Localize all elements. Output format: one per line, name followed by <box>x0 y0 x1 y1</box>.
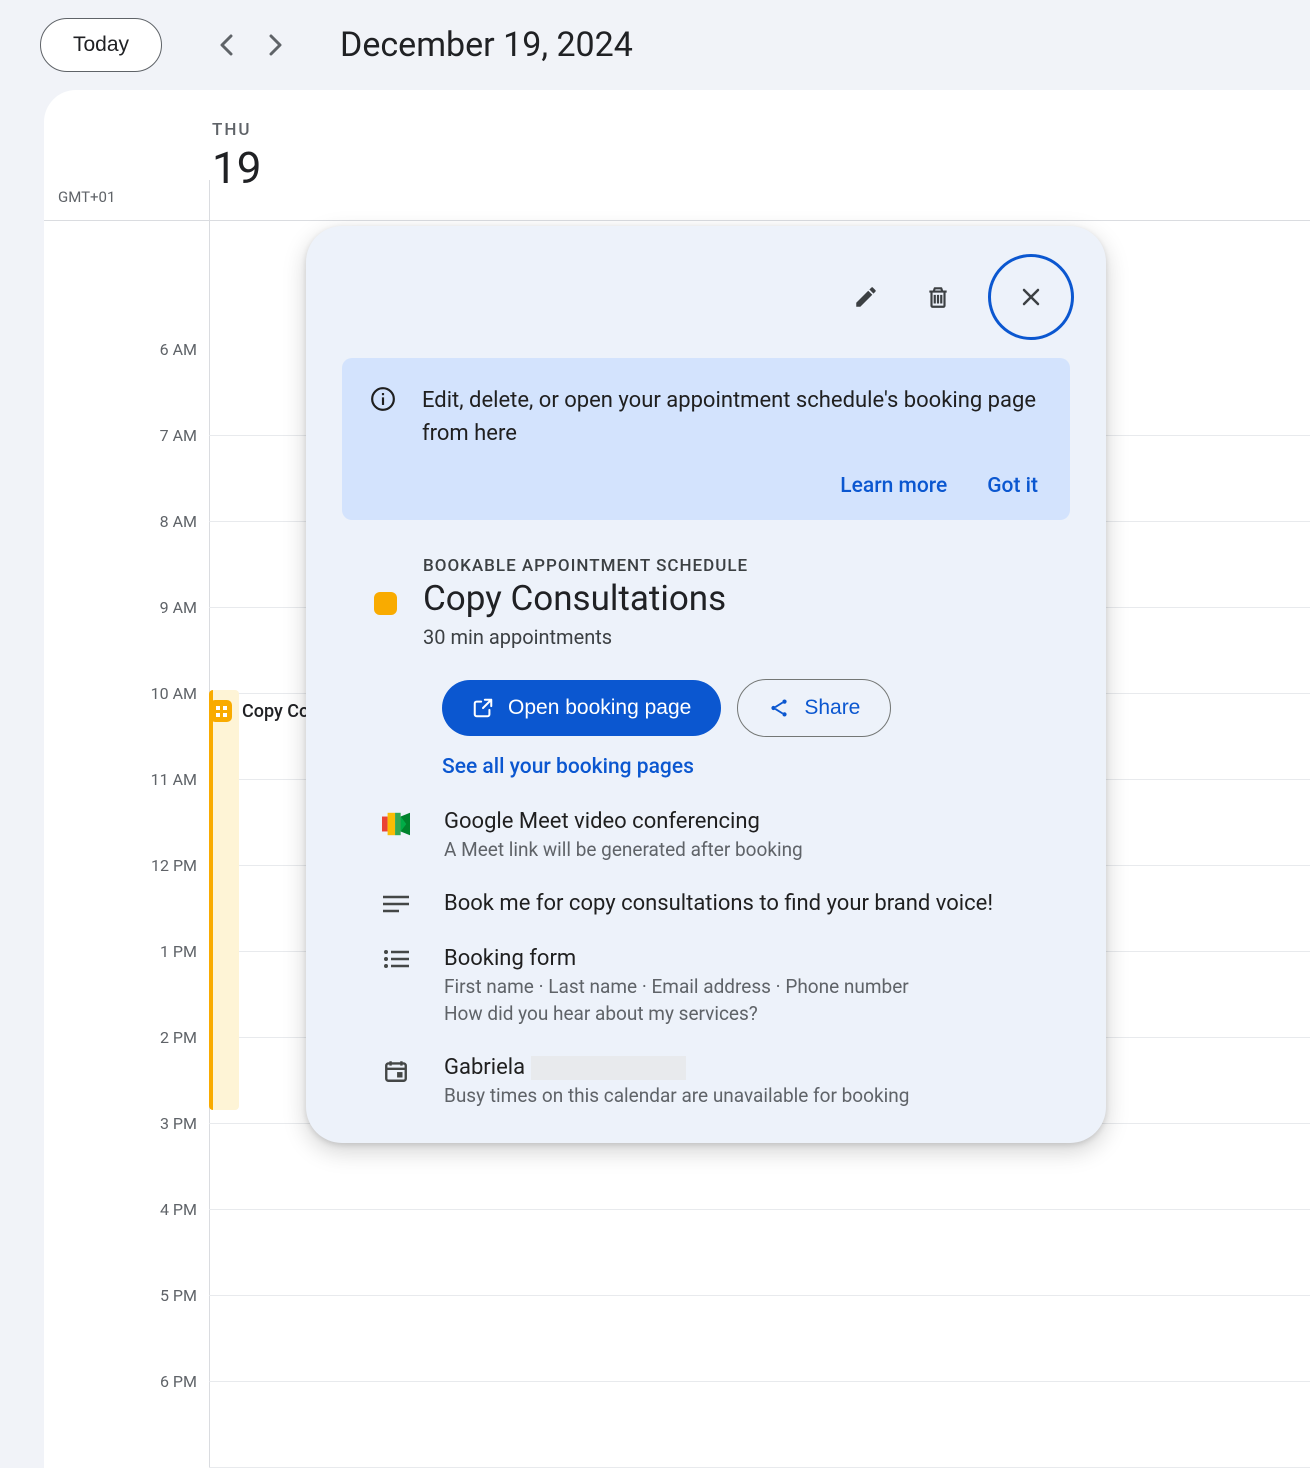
hour-label: 6 PM <box>127 1372 197 1391</box>
today-button[interactable]: Today <box>40 18 162 72</box>
description-detail: Book me for copy consultations to find y… <box>374 891 1050 916</box>
owner-sub: Busy times on this calendar are unavaila… <box>444 1084 909 1107</box>
event-color-dot <box>374 592 397 615</box>
hour-label: 11 AM <box>127 770 197 789</box>
day-of-week: THU <box>212 120 261 140</box>
learn-more-link[interactable]: Learn more <box>840 474 947 498</box>
form-fields: First name · Last name · Email address ·… <box>444 975 909 998</box>
meet-title: Google Meet video conferencing <box>444 809 803 834</box>
appointment-detail-card: Edit, delete, or open your appointment s… <box>306 226 1106 1143</box>
got-it-button[interactable]: Got it <box>987 474 1038 498</box>
form-question: How did you hear about my services? <box>444 1002 909 1025</box>
delete-button[interactable] <box>916 275 960 319</box>
pencil-icon <box>853 284 879 310</box>
share-icon <box>768 697 790 719</box>
description-icon <box>382 894 410 914</box>
hour-label: 4 PM <box>127 1200 197 1219</box>
hour-label: 7 AM <box>127 426 197 445</box>
booking-form-detail: Booking form First name · Last name · Em… <box>374 946 1050 1025</box>
see-all-booking-pages-link[interactable]: See all your booking pages <box>442 755 1050 779</box>
meet-sub: A Meet link will be generated after book… <box>444 838 803 861</box>
schedule-title: Copy Consultations <box>423 578 748 619</box>
current-date: December 19, 2024 <box>340 25 633 65</box>
open-in-new-icon <box>472 697 494 719</box>
hour-label: 3 PM <box>127 1114 197 1133</box>
form-title: Booking form <box>444 946 909 971</box>
hour-row[interactable]: 4 PM <box>209 1210 1310 1296</box>
open-booking-label: Open booking page <box>508 696 691 720</box>
hour-label: 10 AM <box>127 684 197 703</box>
hour-label: 9 AM <box>127 598 197 617</box>
day-of-month: 19 <box>212 142 261 194</box>
redacted-surname <box>531 1056 686 1080</box>
info-banner: Edit, delete, or open your appointment s… <box>342 358 1070 520</box>
trash-icon <box>925 284 951 310</box>
description-text: Book me for copy consultations to find y… <box>444 891 993 916</box>
calendar-topbar: Today December 19, 2024 <box>0 0 1310 90</box>
open-booking-page-button[interactable]: Open booking page <box>442 680 721 736</box>
chevron-left-icon <box>219 34 233 56</box>
close-icon <box>1019 285 1043 309</box>
owner-name: Gabriela <box>444 1055 909 1080</box>
info-banner-text: Edit, delete, or open your appointment s… <box>422 384 1038 450</box>
timezone-label: GMT+01 <box>58 188 115 206</box>
close-button-focus <box>988 254 1074 340</box>
appointment-icon <box>210 700 232 722</box>
owner-detail: Gabriela Busy times on this calendar are… <box>374 1055 1050 1107</box>
google-meet-icon <box>382 812 410 836</box>
chevron-right-icon <box>269 34 283 56</box>
hour-row[interactable]: 6 PM <box>209 1382 1310 1468</box>
edit-button[interactable] <box>844 275 888 319</box>
calendar-icon <box>382 1058 410 1084</box>
hour-label: 1 PM <box>127 942 197 961</box>
form-icon <box>382 949 410 969</box>
prev-day-button[interactable] <box>212 31 240 59</box>
card-toolbar <box>326 246 1086 358</box>
hour-label: 2 PM <box>127 1028 197 1047</box>
day-header[interactable]: THU 19 <box>212 120 261 194</box>
meet-detail: Google Meet video conferencing A Meet li… <box>374 809 1050 861</box>
hour-row[interactable]: 5 PM <box>209 1296 1310 1382</box>
share-button[interactable]: Share <box>737 679 891 737</box>
hour-label: 12 PM <box>127 856 197 875</box>
info-icon <box>370 386 396 450</box>
share-label: Share <box>804 696 860 720</box>
nav-arrows <box>212 31 290 59</box>
calendar-event-chip[interactable]: Copy Con <box>210 700 319 722</box>
close-button[interactable] <box>991 257 1071 337</box>
hour-label: 5 PM <box>127 1286 197 1305</box>
calendar-event-block[interactable] <box>209 690 239 1110</box>
eyebrow-label: BOOKABLE APPOINTMENT SCHEDULE <box>423 556 748 576</box>
hour-label: 8 AM <box>127 512 197 531</box>
schedule-subtitle: 30 min appointments <box>423 625 748 649</box>
hour-label: 6 AM <box>127 340 197 359</box>
next-day-button[interactable] <box>262 31 290 59</box>
